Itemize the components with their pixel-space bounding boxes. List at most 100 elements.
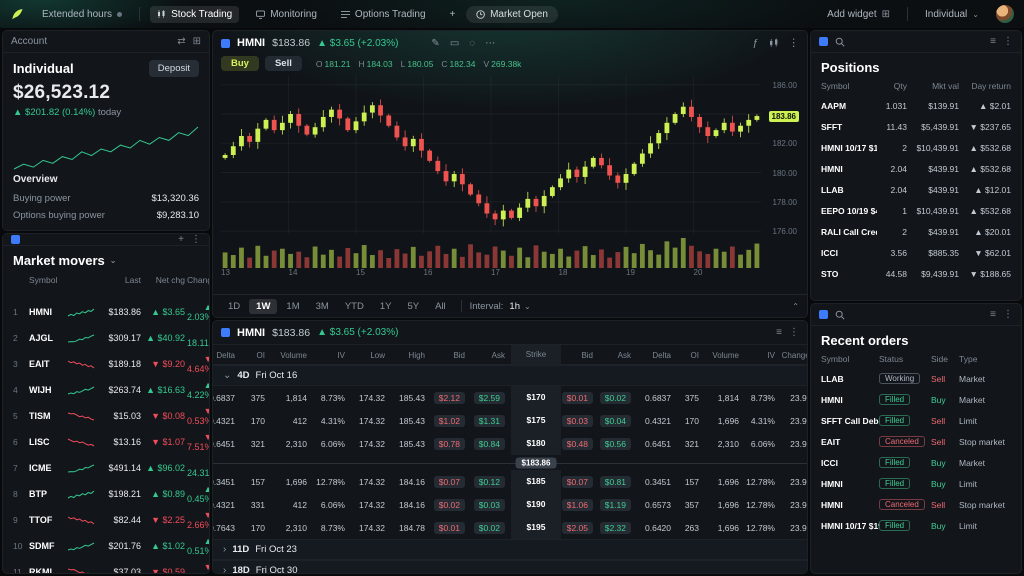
tab-options-trading[interactable]: Options Trading — [334, 6, 433, 23]
put-bid-button[interactable]: $0.03 — [562, 415, 593, 427]
chevron-down-icon[interactable]: ⌄ — [524, 302, 531, 311]
call-ask-button[interactable]: $0.02 — [474, 522, 505, 534]
position-row[interactable]: ICCI3.56$885.35▼ $62.01 — [811, 242, 1021, 263]
timeframe-5y[interactable]: 5Y — [400, 299, 426, 314]
mover-row[interactable]: 8BTP$198.21▲ $0.89▲ 0.45% — [3, 481, 209, 507]
put-ask-button[interactable]: $2.32 — [600, 522, 631, 534]
put-bid-button[interactable]: $0.48 — [562, 438, 593, 450]
position-row[interactable]: STO44.58$9,439.91▼ $188.65 — [811, 263, 1021, 284]
put-bid-button[interactable]: $0.07 — [562, 476, 593, 488]
widget-color-square-icon[interactable] — [221, 39, 230, 48]
interval-value[interactable]: 1h — [509, 301, 520, 312]
put-ask-button[interactable]: $0.04 — [600, 415, 631, 427]
mover-row[interactable]: 10SDMF$201.76▲ $1.02▲ 0.51% — [3, 533, 209, 559]
kebab-menu-icon[interactable]: ⋮ — [789, 37, 800, 49]
list-settings-icon[interactable]: ≡ — [776, 327, 782, 338]
search-icon[interactable] — [835, 310, 845, 320]
deposit-button[interactable]: Deposit — [149, 60, 199, 77]
kebab-menu-icon[interactable]: ⋮ — [1003, 36, 1013, 47]
order-row[interactable]: HMNIFilledBuyMarket — [811, 389, 1021, 410]
order-row[interactable]: ICCIFilledBuyMarket — [811, 452, 1021, 473]
option-row[interactable]: 0.64513212,3106.06%174.32185.43$0.78$0.8… — [213, 432, 807, 455]
extended-hours-toggle[interactable]: Extended hours — [35, 6, 129, 23]
more-tools-icon[interactable]: ⋯ — [485, 38, 495, 49]
put-bid-button[interactable]: $0.01 — [562, 392, 593, 404]
draw-pencil-icon[interactable]: ✎ — [431, 38, 439, 49]
mover-row[interactable]: 9TTOF$82.44▼ $2.25▼ 2.66% — [3, 507, 209, 533]
widget-color-square-icon[interactable] — [819, 310, 828, 319]
position-row[interactable]: AAPM1.031$139.91▲ $2.01 — [811, 95, 1021, 116]
option-expiry-group[interactable]: ›18DFri Oct 30 — [213, 560, 807, 573]
call-bid-button[interactable]: $0.02 — [434, 499, 465, 511]
add-tab-button[interactable]: + — [443, 6, 463, 23]
call-ask-button[interactable]: $0.84 — [474, 438, 505, 450]
call-ask-button[interactable]: $1.31 — [474, 415, 505, 427]
option-row[interactable]: 0.76431702,3108.73%174.32184.78$0.01$0.0… — [213, 516, 807, 539]
avatar[interactable] — [996, 5, 1014, 23]
kebab-menu-icon[interactable]: ⋮ — [789, 327, 799, 338]
call-ask-button[interactable]: $0.12 — [474, 476, 505, 488]
mover-row[interactable]: 1HMNI$183.86▲ $3.65▲ 2.03% — [3, 299, 209, 325]
mover-row[interactable]: 2AJGL$309.17▲ $40.92▲ 18.11% — [3, 325, 209, 351]
kebab-menu-icon[interactable]: ⋮ — [1003, 309, 1013, 320]
order-row[interactable]: HMNIFilledBuyLimit — [811, 473, 1021, 494]
position-row[interactable]: EEPO 10/19 $456 Put1$10,439.91▲ $532.68 — [811, 200, 1021, 221]
widget-color-square-icon[interactable] — [221, 328, 230, 337]
add-widget-button[interactable]: Add widget ⊞ — [820, 6, 897, 23]
position-row[interactable]: LLAB2.04$439.91▲ $12.01 — [811, 179, 1021, 200]
position-row[interactable]: SFFT11.43$5,439.91▼ $237.65 — [811, 116, 1021, 137]
mover-row[interactable]: 6LISC$13.16▼ $1.07▼ 7.51% — [3, 429, 209, 455]
buy-button[interactable]: Buy — [221, 56, 259, 71]
call-bid-button[interactable]: $0.78 — [434, 438, 465, 450]
draw-circle-icon[interactable]: ◌ — [469, 38, 475, 49]
position-row[interactable]: HMNI2.04$439.91▲ $532.68 — [811, 158, 1021, 179]
call-bid-button[interactable]: $0.07 — [434, 476, 465, 488]
market-status-pill[interactable]: Market Open — [466, 6, 558, 23]
draw-rect-icon[interactable]: ▭ — [450, 38, 459, 49]
grid-icon[interactable]: ⊞ — [193, 36, 201, 47]
mover-row[interactable]: 7ICME$491.14▲ $96.02▲ 24.31% — [3, 455, 209, 481]
chevron-down-icon[interactable]: ⌄ — [110, 256, 117, 265]
account-selector-dropdown[interactable]: Individual ⌄ — [918, 6, 986, 23]
option-expiry-group[interactable]: ›11DFri Oct 23 — [213, 539, 807, 560]
timeframe-1d[interactable]: 1D — [221, 299, 247, 314]
order-row[interactable]: HMNI 10/17 $195 CallFilledBuyLimit — [811, 515, 1021, 536]
option-row[interactable]: 0.43211704124.31%174.32185.43$1.02$1.31$… — [213, 409, 807, 432]
call-ask-button[interactable]: $2.59 — [474, 392, 505, 404]
put-bid-button[interactable]: $1.06 — [562, 499, 593, 511]
timeframe-1y[interactable]: 1Y — [373, 299, 399, 314]
indicators-fx-icon[interactable]: ƒ — [753, 37, 759, 49]
option-expiry-group[interactable]: ⌄4DFri Oct 16 — [213, 365, 807, 386]
chart-type-icon[interactable] — [769, 38, 779, 48]
collapse-icon[interactable]: ⌃ — [792, 302, 799, 311]
order-row[interactable]: HMNICanceledSellStop market — [811, 494, 1021, 515]
mover-row[interactable]: 5TISM$15.03▼ $0.08▼ 0.53% — [3, 403, 209, 429]
mover-row[interactable]: 3EAIT$189.18▼ $9.20▼ 4.64% — [3, 351, 209, 377]
mover-row[interactable]: 11RKML$37.03▼ $0.59▼ 1.57% — [3, 559, 209, 574]
timeframe-3m[interactable]: 3M — [309, 299, 336, 314]
option-row[interactable]: 0.68373751,8148.73%174.32185.43$2.12$2.5… — [213, 386, 807, 409]
widget-color-square-icon[interactable] — [819, 37, 828, 46]
put-bid-button[interactable]: $2.05 — [562, 522, 593, 534]
call-bid-button[interactable]: $2.12 — [434, 392, 465, 404]
timeframe-all[interactable]: All — [428, 299, 453, 314]
call-bid-button[interactable]: $0.01 — [434, 522, 465, 534]
order-row[interactable]: EAITCanceledSellStop market — [811, 431, 1021, 452]
widget-color-square-icon[interactable] — [11, 235, 20, 244]
search-icon[interactable] — [835, 37, 845, 47]
put-ask-button[interactable]: $0.02 — [600, 392, 631, 404]
timeframe-1w[interactable]: 1W — [249, 299, 277, 314]
candlestick-chart[interactable]: 186.00184.00182.00180.00178.00176.00 183… — [221, 76, 799, 234]
put-ask-button[interactable]: $1.19 — [600, 499, 631, 511]
timeframe-ytd[interactable]: YTD — [338, 299, 371, 314]
list-settings-icon[interactable]: ≡ — [990, 36, 996, 47]
put-ask-button[interactable]: $0.81 — [600, 476, 631, 488]
transfer-icon[interactable]: ⇄ — [177, 36, 185, 47]
put-ask-button[interactable]: $0.56 — [600, 438, 631, 450]
call-ask-button[interactable]: $0.03 — [474, 499, 505, 511]
order-row[interactable]: SFFT Call Debit SpreadFilledSellLimit — [811, 410, 1021, 431]
option-row[interactable]: 0.34511571,69612.78%174.32184.16$0.07$0.… — [213, 470, 807, 493]
order-row[interactable]: LLABWorkingSellMarket — [811, 368, 1021, 389]
position-row[interactable]: RALI Call Credit Spread2$439.91▲ $20.01 — [811, 221, 1021, 242]
call-bid-button[interactable]: $1.02 — [434, 415, 465, 427]
